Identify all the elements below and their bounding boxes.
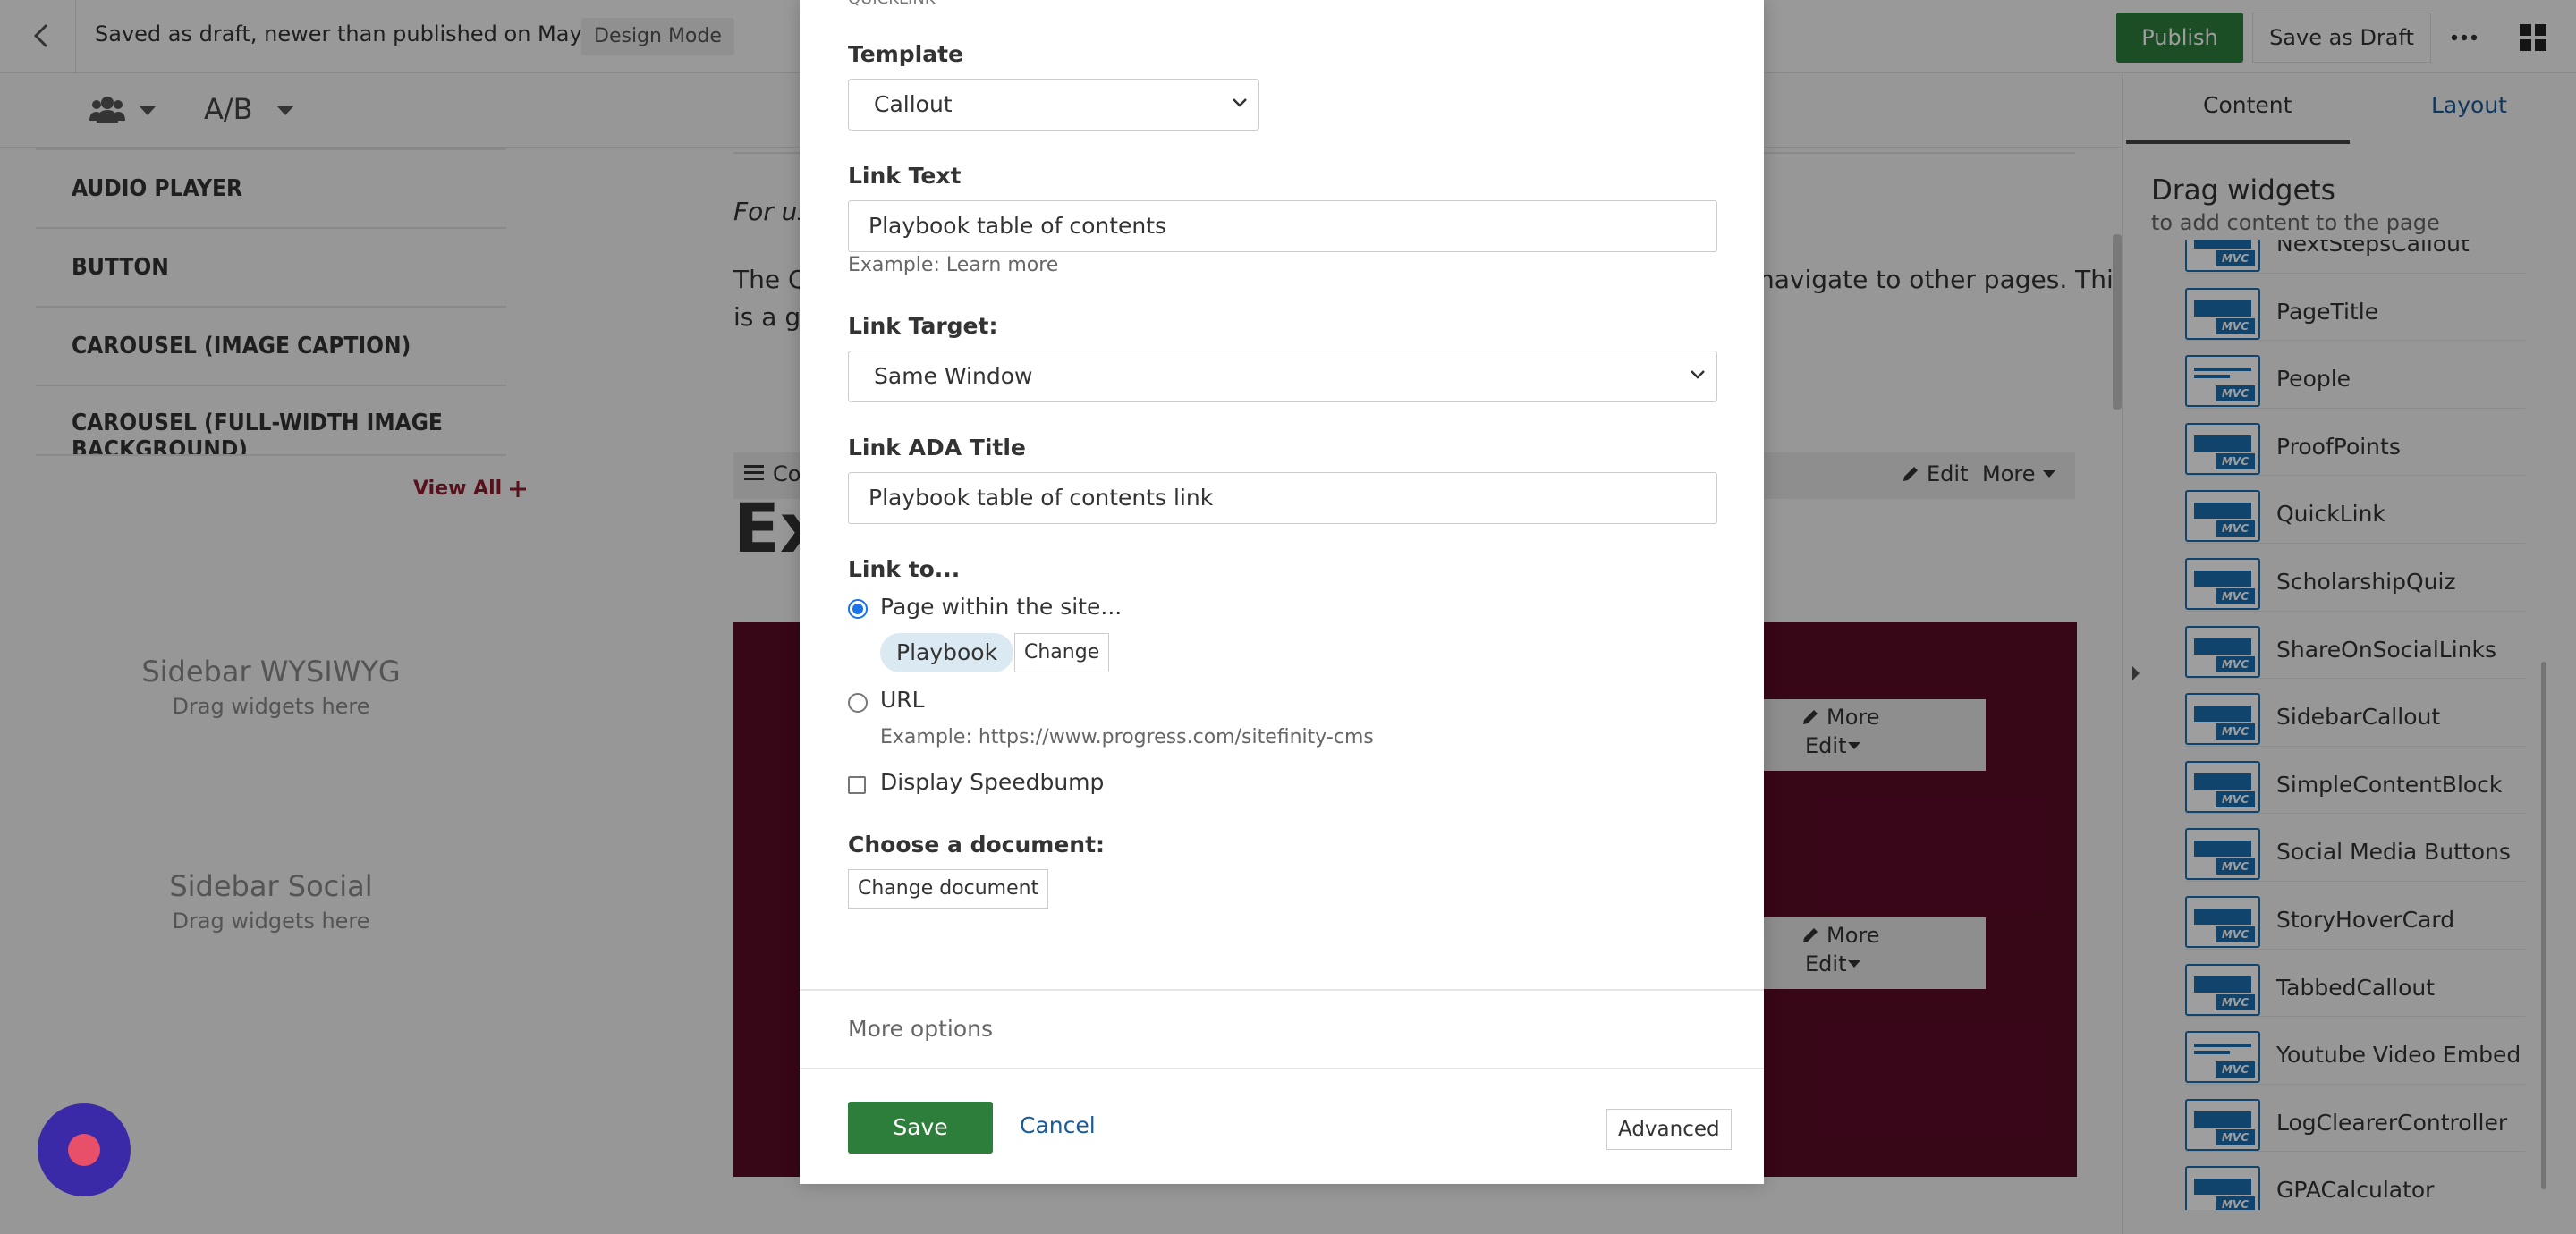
template-value: Callout (874, 91, 953, 117)
save-button[interactable]: Save (848, 1102, 993, 1154)
link-target-select[interactable]: Same Window (848, 351, 1717, 402)
selected-page-chip: Playbook (880, 633, 1014, 672)
record-button[interactable] (38, 1103, 131, 1196)
dialog-divider (800, 1068, 1764, 1069)
page-radio[interactable] (848, 599, 868, 619)
link-to-label: Link to... (848, 556, 961, 582)
ada-title-input[interactable]: Playbook table of contents link (848, 472, 1717, 524)
advanced-button[interactable]: Advanced (1606, 1109, 1732, 1150)
link-text-hint: Example: Learn more (848, 254, 1059, 276)
dialog-heading: QUICKLINK (848, 0, 936, 8)
link-text-label: Link Text (848, 163, 962, 189)
url-hint: Example: https://www.progress.com/sitefi… (880, 726, 1374, 748)
more-options-toggle[interactable]: More options (848, 1016, 993, 1042)
cancel-link[interactable]: Cancel (1020, 1112, 1096, 1138)
ada-title-label: Link ADA Title (848, 435, 1026, 461)
change-document-button[interactable]: Change document (848, 869, 1049, 909)
change-page-button[interactable]: Change (1014, 633, 1110, 672)
chevron-down-icon (1233, 98, 1247, 107)
dialog-divider (800, 989, 1764, 991)
template-select[interactable]: Callout (848, 79, 1259, 131)
speedbump-checkbox[interactable] (848, 776, 866, 794)
link-text-input[interactable]: Playbook table of contents (848, 200, 1717, 252)
url-radio[interactable] (848, 693, 868, 713)
url-option-label: URL (880, 687, 925, 713)
speedbump-label: Display Speedbump (880, 769, 1105, 795)
quicklink-edit-dialog: QUICKLINK Template Callout Link Text Pla… (800, 0, 1764, 1184)
record-dot-icon (68, 1134, 100, 1166)
link-target-label: Link Target: (848, 313, 998, 339)
chevron-down-icon (1690, 370, 1705, 379)
choose-document-label: Choose a document: (848, 832, 1106, 858)
template-label: Template (848, 41, 963, 67)
page-option-label: Page within the site... (880, 594, 1123, 620)
link-target-value: Same Window (874, 363, 1033, 389)
